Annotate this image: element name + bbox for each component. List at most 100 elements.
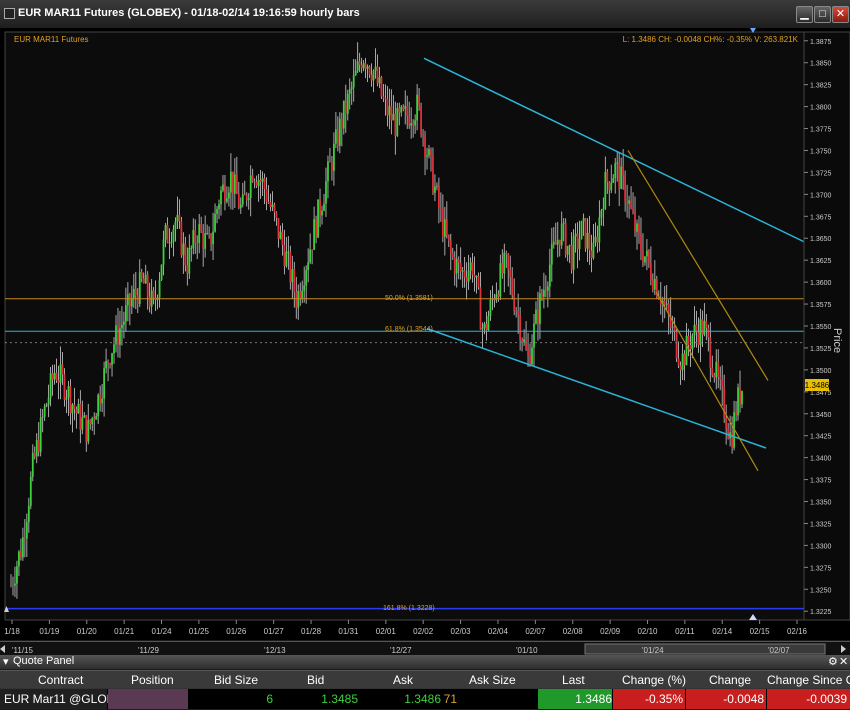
candle-body bbox=[580, 221, 583, 240]
candle-body bbox=[27, 505, 30, 523]
candle-body bbox=[550, 244, 553, 265]
maximize-button[interactable]: □ bbox=[814, 6, 831, 23]
col-bid-size[interactable]: Bid Size bbox=[214, 673, 258, 687]
candle-body bbox=[142, 278, 145, 284]
candle-body bbox=[404, 105, 407, 109]
symbol-label: EUR MAR11 Futures bbox=[14, 35, 89, 44]
candle-body bbox=[370, 74, 373, 81]
x-tick-label: 01/20 bbox=[77, 627, 98, 636]
candle-body bbox=[202, 231, 205, 249]
col-position[interactable]: Position bbox=[131, 673, 174, 687]
candle-body bbox=[438, 185, 440, 208]
y-tick-label: 1.3500 bbox=[810, 368, 832, 375]
candle-body bbox=[342, 100, 345, 129]
col-change-since-open[interactable]: Change Since O... bbox=[767, 673, 850, 687]
candle-body bbox=[689, 345, 692, 350]
fib-618-label: 61.8% (1.3544) bbox=[385, 326, 433, 333]
candle-body bbox=[687, 335, 690, 346]
candle-body bbox=[192, 230, 195, 248]
window-menu-icon[interactable] bbox=[4, 8, 15, 19]
candle-body bbox=[424, 135, 426, 157]
candle-body bbox=[283, 244, 286, 267]
position-cell[interactable] bbox=[108, 689, 188, 709]
candle-body bbox=[198, 224, 201, 244]
candle-body bbox=[89, 420, 92, 425]
candle-body bbox=[414, 120, 417, 126]
col-last[interactable]: Last bbox=[562, 673, 585, 687]
x-tick-label: 01/31 bbox=[338, 627, 359, 636]
candle-body bbox=[313, 219, 315, 250]
panel-close-icon[interactable]: ✕ bbox=[839, 655, 848, 668]
price-chart[interactable]: 1.3875 1.3850 1.3825 1.3800 1.3775 1.3750 1.37… bbox=[0, 28, 850, 640]
candle-body bbox=[517, 311, 520, 316]
contract-cell[interactable]: EUR Mar11 @GLOBEX bbox=[0, 689, 131, 709]
quote-row[interactable]: EUR Mar11 @GLOBEX 6 1.3485 1.3486 71 1.3… bbox=[0, 688, 850, 709]
candle-body bbox=[356, 61, 359, 71]
collapse-icon[interactable]: ▾ bbox=[3, 655, 9, 668]
y-tick-label: 1.3800 bbox=[810, 105, 832, 112]
candle-body bbox=[727, 428, 730, 439]
quote-panel-title: Quote Panel bbox=[13, 655, 75, 667]
bid-cell[interactable]: 1.3485 bbox=[274, 689, 358, 709]
candle-body bbox=[65, 397, 68, 400]
candle-body bbox=[45, 404, 48, 407]
candle bbox=[420, 102, 422, 138]
change-cell[interactable]: -0.0048 bbox=[686, 689, 766, 709]
candle-body bbox=[51, 373, 54, 380]
col-change-pct[interactable]: Change (%) bbox=[622, 673, 686, 687]
ask-size-cell[interactable]: 71 bbox=[442, 689, 457, 709]
candle-body bbox=[503, 252, 506, 274]
candle-body bbox=[281, 231, 284, 245]
candle-body bbox=[21, 537, 24, 558]
candle-body bbox=[166, 224, 169, 243]
candle-body bbox=[91, 418, 94, 425]
candle-body bbox=[382, 96, 385, 99]
candle-body bbox=[576, 233, 579, 250]
col-change[interactable]: Change bbox=[709, 673, 751, 687]
candle-body bbox=[533, 323, 535, 348]
candle-body bbox=[739, 387, 741, 405]
candle-body bbox=[93, 418, 96, 420]
col-ask-size[interactable]: Ask Size bbox=[469, 673, 516, 687]
x-tick-label: 01/28 bbox=[301, 627, 322, 636]
candle-body bbox=[525, 339, 527, 350]
bid-size-cell[interactable]: 6 bbox=[189, 689, 273, 709]
quote-panel-header[interactable]: ▾ Quote Panel ⚙ ✕ bbox=[0, 655, 850, 669]
col-contract[interactable]: Contract bbox=[38, 673, 83, 687]
candle-body bbox=[97, 394, 100, 417]
candle-body bbox=[719, 377, 722, 380]
x-tick-label: 01/24 bbox=[152, 627, 173, 636]
change-pct-cell[interactable]: -0.35% bbox=[613, 689, 685, 709]
candle bbox=[396, 102, 399, 138]
candle-body bbox=[638, 223, 640, 234]
panel-options-icon[interactable]: ⚙ bbox=[828, 655, 838, 668]
window-titlebar: EUR MAR11 Futures (GLOBEX) - 01/18-02/14… bbox=[0, 0, 850, 29]
last-cell[interactable]: 1.3486 bbox=[538, 689, 612, 709]
col-bid[interactable]: Bid bbox=[307, 673, 324, 687]
minimize-button[interactable]: ▁ bbox=[796, 6, 813, 23]
candle-body bbox=[329, 161, 331, 163]
candle-body bbox=[235, 174, 238, 194]
candle-body bbox=[501, 263, 504, 274]
y-tick-label: 1.3775 bbox=[810, 127, 832, 134]
y-tick-label: 1.3575 bbox=[810, 302, 832, 309]
candle-body bbox=[25, 522, 28, 539]
price-chart-area[interactable]: 1.3875 1.3850 1.3825 1.3800 1.3775 1.3750 1.37… bbox=[0, 28, 850, 640]
col-ask[interactable]: Ask bbox=[393, 673, 413, 687]
candle-body bbox=[699, 319, 702, 345]
change-since-open-cell[interactable]: -0.0039 bbox=[767, 689, 850, 709]
candle-body bbox=[471, 262, 474, 275]
x-tick-label: 01/21 bbox=[114, 627, 135, 636]
candle-body bbox=[465, 277, 468, 282]
ask-cell[interactable]: 1.3486 bbox=[360, 689, 441, 709]
candle-body bbox=[372, 70, 375, 81]
candle-body bbox=[115, 325, 117, 345]
candle-body bbox=[507, 254, 510, 270]
candle-body bbox=[406, 105, 409, 116]
candle-body bbox=[146, 274, 149, 297]
candle-body bbox=[653, 278, 656, 290]
x-tick-label: 01/26 bbox=[226, 627, 247, 636]
close-button[interactable]: ✕ bbox=[832, 6, 849, 23]
candle-body bbox=[697, 332, 700, 345]
timeline-scroller[interactable]: '11/15 '11/29 '12/13 '12/27 '01/10 '01/24 '02/… bbox=[0, 641, 850, 656]
